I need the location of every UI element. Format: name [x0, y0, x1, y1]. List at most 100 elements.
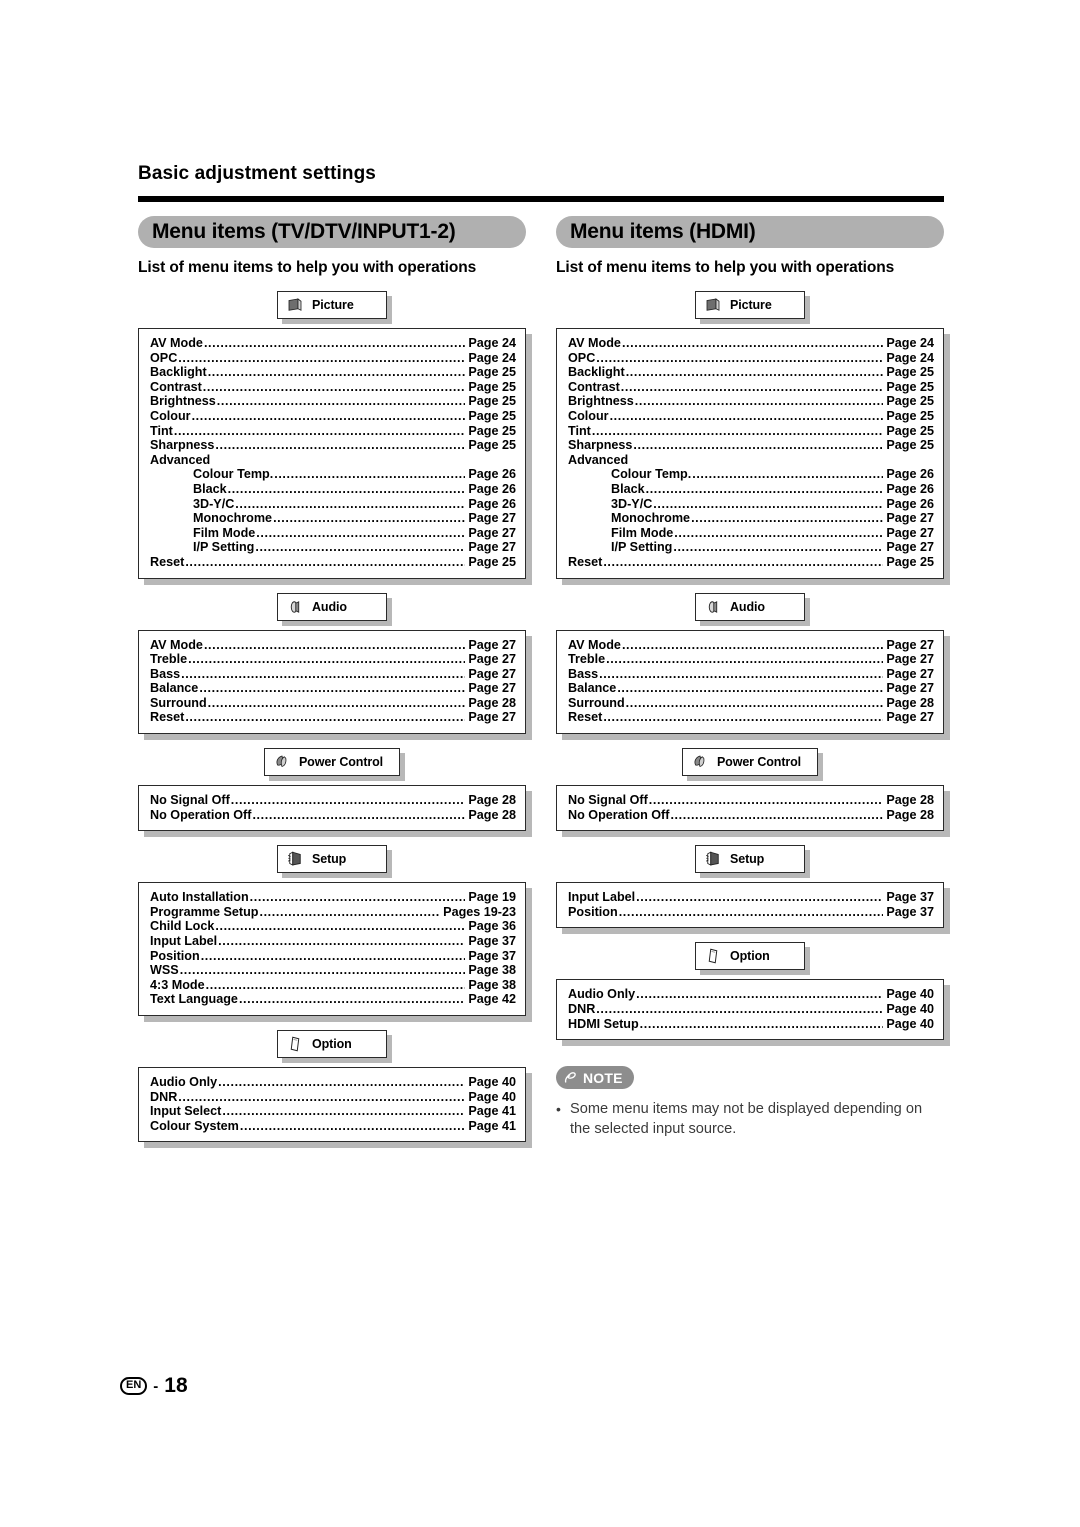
option-icon: [290, 1036, 300, 1052]
menu-entry-page: Page 41: [468, 1104, 516, 1119]
menu-group-label: Option: [312, 1037, 352, 1051]
menu-entry: Balance.................................…: [150, 681, 516, 696]
menu-entry: Backlight...............................…: [568, 365, 934, 380]
menu-entry-page: Page 26: [886, 496, 934, 511]
leader-dots: ........................................…: [591, 423, 884, 438]
leader-dots: ........................................…: [207, 695, 466, 710]
menu-entry-page: Page 27: [886, 511, 934, 526]
leader-dots: ........................................…: [216, 394, 466, 409]
menu-group-header-audio[interactable]: Audio: [277, 592, 387, 621]
menu-entry-page: Page 38: [468, 963, 516, 978]
menu-entry-page: Page 37: [886, 890, 934, 905]
menu-entry: 3D-Y/C..................................…: [150, 497, 516, 512]
menu-group-header-option[interactable]: Option: [695, 942, 805, 971]
menu-entry: AV Mode.................................…: [568, 336, 934, 351]
menu-group-box: Auto Installation.......................…: [138, 882, 526, 1016]
menu-group-header-power-control[interactable]: Power Control: [263, 748, 401, 777]
menu-entry-page: Page 19: [468, 890, 516, 905]
menu-entry-page: Page 27: [886, 681, 934, 696]
menu-entry: Brightness..............................…: [150, 394, 516, 409]
menu-group-label: Setup: [312, 852, 347, 867]
leader-dots: ........................................…: [274, 467, 466, 482]
leader-dots: ........................................…: [673, 540, 883, 555]
setup-icon: [288, 851, 301, 866]
leader-dots: ........................................…: [202, 379, 466, 394]
menu-entry-name: 4:3 Mode: [150, 977, 205, 992]
menu-group-label: Power Control: [298, 755, 384, 770]
leader-dots: ........................................…: [273, 511, 466, 526]
menu-entry: Black...................................…: [150, 482, 516, 497]
menu-entry-name: Advanced: [568, 452, 629, 467]
menu-entry-name: No Signal Off: [150, 793, 230, 808]
manual-page: Basic adjustment settings Menu items (TV…: [0, 0, 1080, 1527]
menu-entry-page: Page 41: [468, 1118, 516, 1133]
menu-entry-page: Page 25: [468, 408, 516, 423]
leader-dots: ........................................…: [179, 963, 466, 978]
menu-entry-page: Page 27: [468, 681, 516, 696]
menu-group: Option Audio Only........................…: [556, 942, 944, 1041]
menu-entry: Colour Temp.............................…: [568, 467, 934, 482]
menu-entry-page: Page 26: [468, 481, 516, 496]
column-hdmi: Menu items (HDMI) List of menu items to h…: [556, 216, 944, 1139]
menu-entry-page: Page 25: [468, 423, 516, 438]
menu-entry-name: Colour System: [150, 1118, 239, 1133]
menu-group-header-row: Audio: [556, 592, 944, 621]
menu-group-header-setup[interactable]: Setup: [695, 845, 805, 874]
menu-entry: Black...................................…: [568, 482, 934, 497]
menu-entry-page: Page 25: [886, 554, 934, 569]
menu-entry: Contrast................................…: [568, 380, 934, 395]
menu-group-label: Picture: [312, 298, 354, 312]
menu-entry: I/P Setting.............................…: [150, 540, 516, 555]
menu-entry: Contrast................................…: [150, 380, 516, 395]
menu-group-header-picture[interactable]: Picture: [277, 291, 387, 319]
leader-dots: ........................................…: [648, 793, 884, 808]
leader-dots: ........................................…: [173, 423, 466, 438]
menu-group-header-audio[interactable]: Audio: [695, 592, 805, 621]
menu-entry: I/P Setting.............................…: [568, 540, 934, 555]
menu-entry-name: Reset: [568, 710, 603, 725]
menu-entry-page: Page 28: [468, 695, 516, 710]
menu-entry-name: Backlight: [568, 365, 625, 380]
leader-dots: ........................................…: [621, 336, 883, 350]
menu-entry: Reset...................................…: [568, 710, 934, 725]
option-icon: [708, 949, 718, 964]
menu-entry: Reset...................................…: [568, 555, 934, 570]
menu-entry-name: Balance: [150, 681, 199, 696]
menu-entry-page: Page 25: [468, 379, 516, 394]
menu-entry: Colour System...........................…: [150, 1119, 516, 1134]
menu-group-label: Power Control: [716, 755, 802, 770]
leader-dots: ........................................…: [203, 336, 465, 350]
menu-entry-name: Treble: [568, 652, 606, 667]
menu-entry: Backlight...............................…: [150, 365, 516, 380]
menu-group-box: No Signal Off...........................…: [138, 785, 526, 832]
menu-entry-page: Page 27: [468, 710, 516, 725]
menu-entry-name: No Operation Off: [568, 807, 670, 822]
menu-entry-name: Input Label: [150, 934, 218, 949]
leader-dots: ........................................…: [203, 637, 465, 652]
leader-dots: ........................................…: [256, 525, 466, 540]
menu-entry-page: Page 27: [468, 637, 516, 652]
menu-group-label: Audio: [312, 599, 347, 614]
menu-entry-page: Page 25: [468, 394, 516, 409]
footer-dash: -: [153, 1377, 159, 1395]
menu-group-header-picture[interactable]: Picture: [695, 291, 805, 319]
picture-icon: [288, 298, 302, 311]
menu-group-box: Audio Only..............................…: [556, 979, 944, 1041]
leader-dots: ........................................…: [603, 554, 883, 569]
menu-entry-name: Brightness: [568, 394, 634, 409]
menu-entry: Child Lock..............................…: [150, 919, 516, 934]
menu-entry-name: Position: [568, 904, 618, 919]
leader-dots: ........................................…: [625, 695, 884, 710]
menu-entry: AV Mode.................................…: [150, 638, 516, 653]
menu-entry-page: Page 42: [468, 992, 516, 1007]
menu-entry-name: Reset: [150, 710, 185, 725]
menu-entry-name: Colour: [150, 408, 191, 423]
menu-group-header-power-control[interactable]: Power Control: [681, 748, 819, 777]
menu-entry-name: HDMI Setup: [568, 1016, 639, 1031]
menu-group-header-option[interactable]: Option: [277, 1030, 387, 1058]
menu-group-header-setup[interactable]: Setup: [277, 845, 387, 874]
menu-entry: HDMI Setup..............................…: [568, 1017, 934, 1032]
menu-entry-name: AV Mode: [568, 336, 621, 350]
menu-group-header-row: Picture: [138, 291, 526, 319]
menu-entry-name: 3D-Y/C: [611, 496, 653, 511]
